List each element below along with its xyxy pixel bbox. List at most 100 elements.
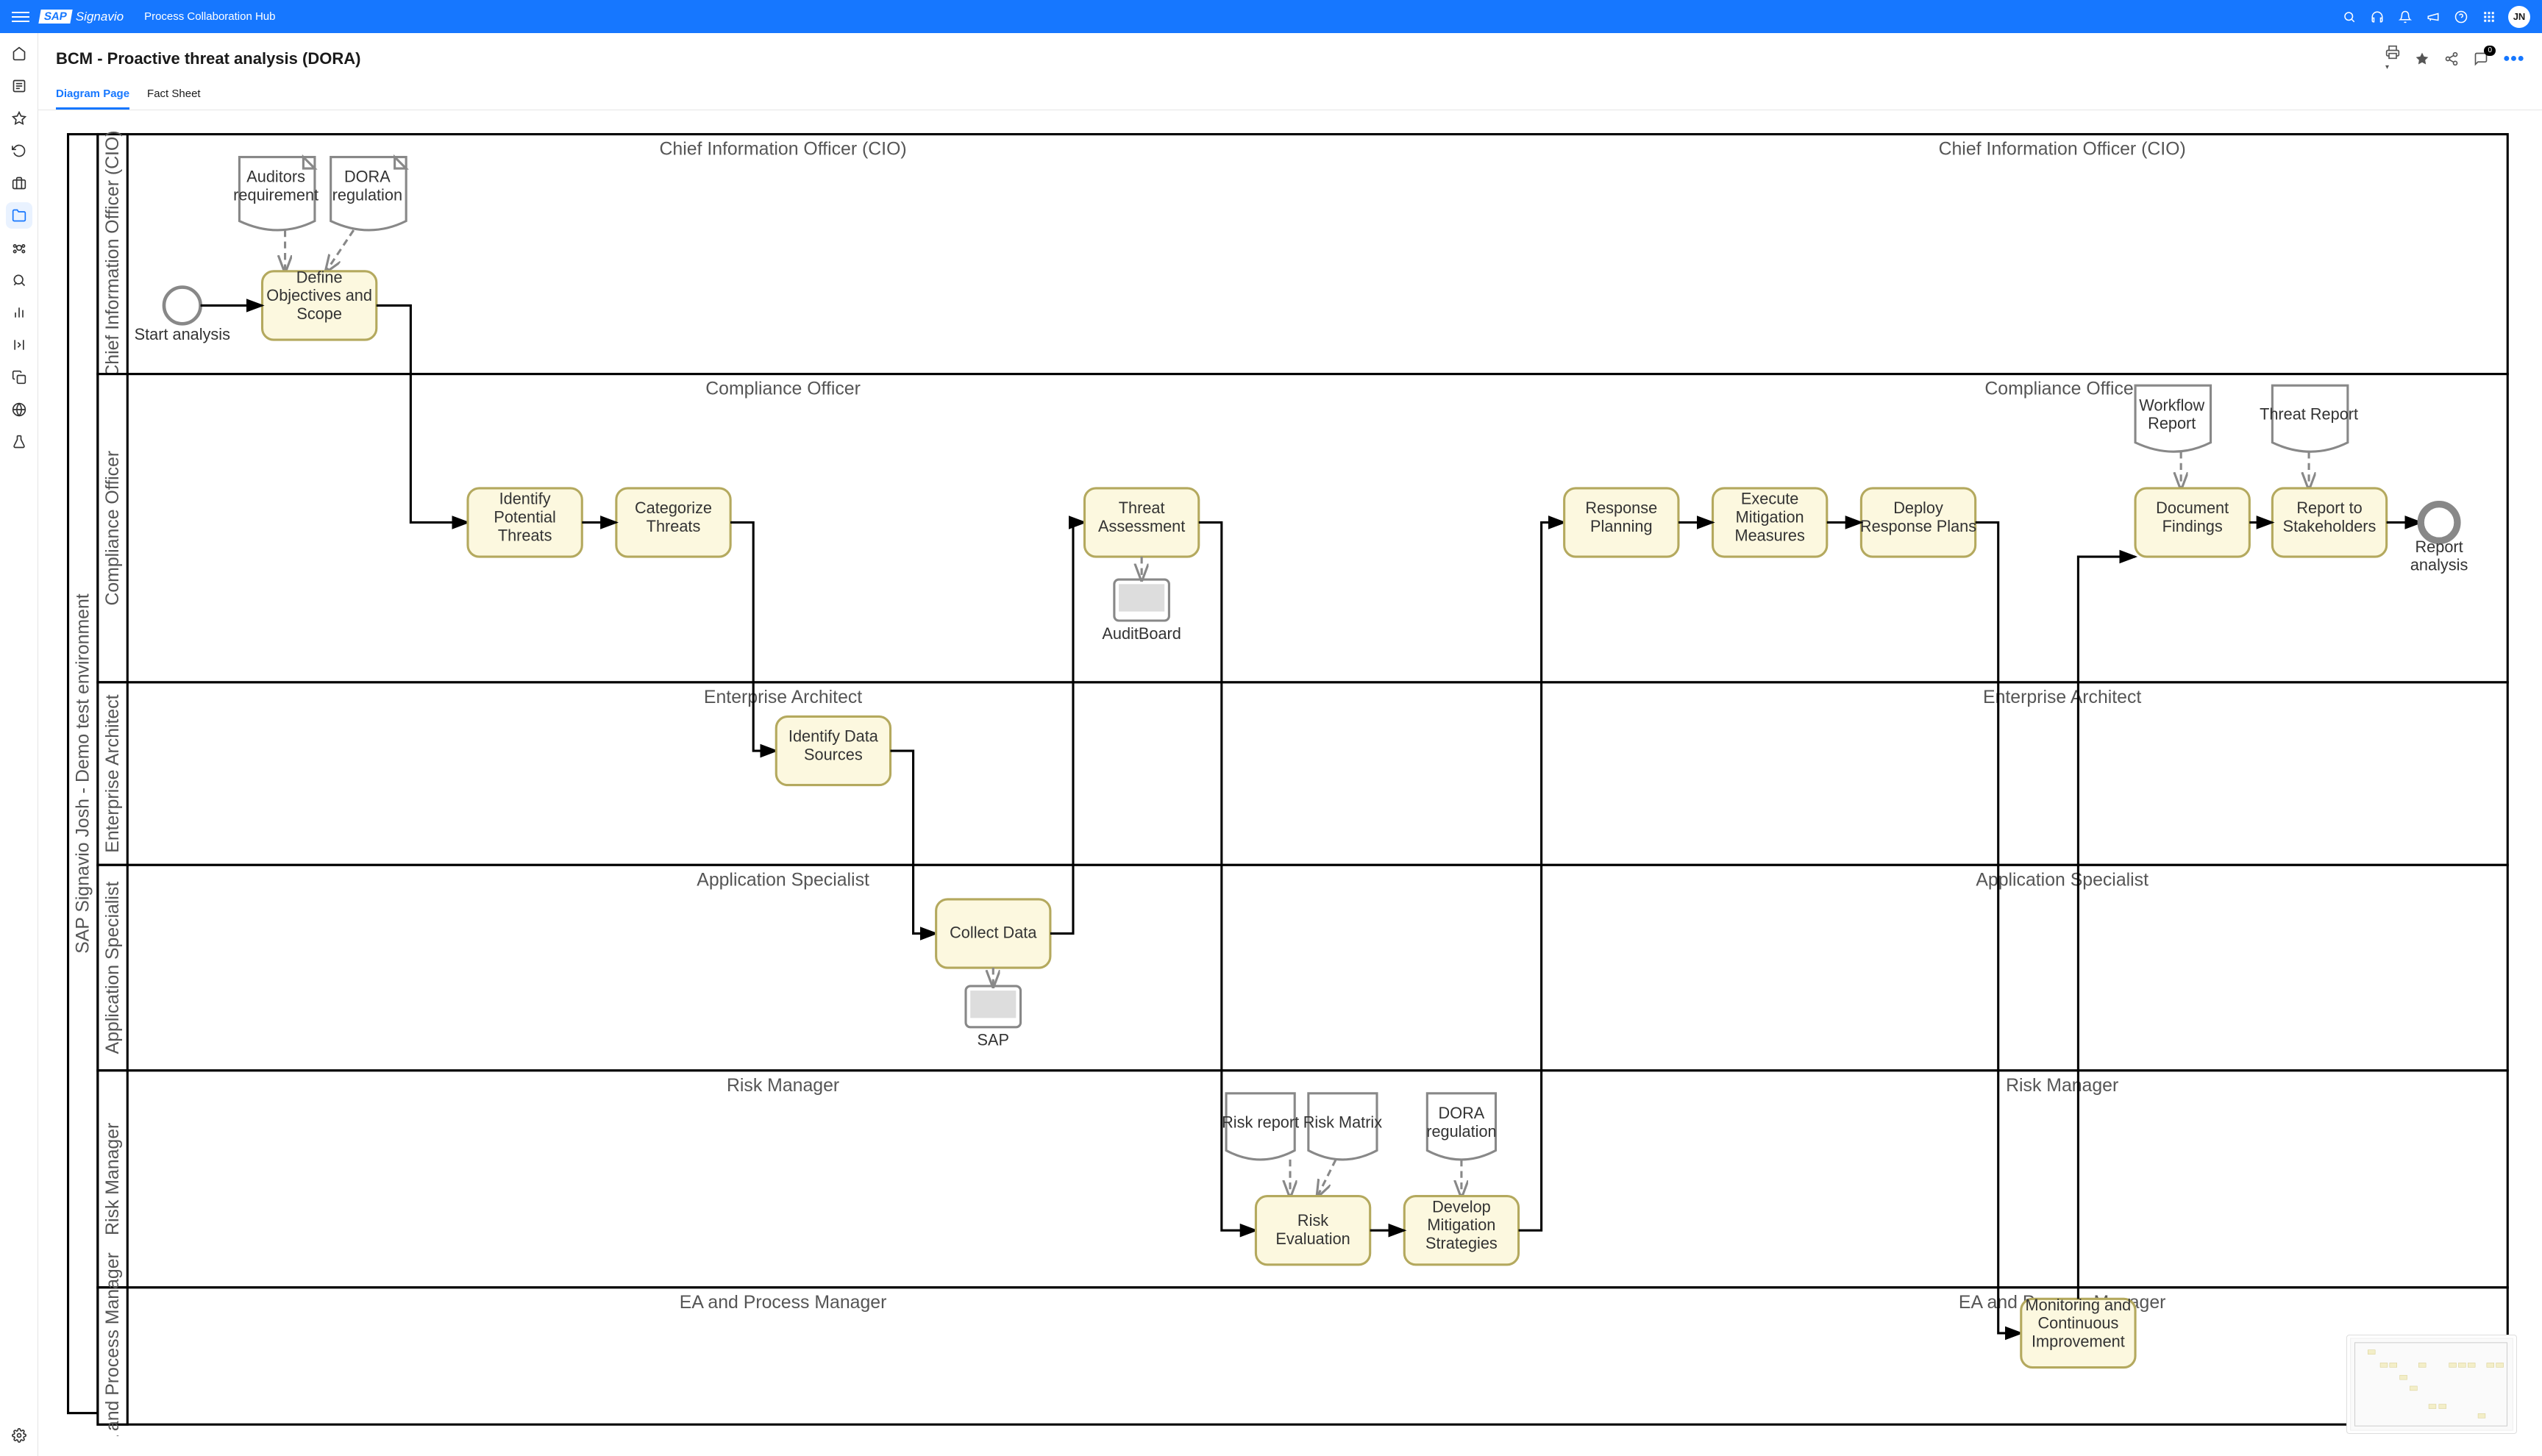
- brand-logo[interactable]: SAP Signavio: [40, 10, 124, 24]
- svg-text:DocumentFindings: DocumentFindings: [2156, 499, 2229, 535]
- lane-label: EA and Process Manager: [103, 1252, 123, 1435]
- svg-text:Monitoring andContinuousImprov: Monitoring andContinuousImprovement: [2026, 1296, 2132, 1351]
- task-threat-assessment[interactable]: ThreatAssessment: [1085, 488, 1199, 557]
- task-categorize-threats[interactable]: CategorizeThreats: [616, 488, 730, 557]
- end-event[interactable]: [2421, 504, 2457, 541]
- minimap[interactable]: [2346, 1335, 2517, 1434]
- svg-text:ResponsePlanning: ResponsePlanning: [1585, 499, 1657, 535]
- page-tabs: Diagram Page Fact Sheet: [38, 73, 2542, 110]
- rail-folder-icon[interactable]: [6, 202, 32, 229]
- share-button[interactable]: [2444, 51, 2459, 66]
- svg-text:Enterprise Architect: Enterprise Architect: [1983, 688, 2141, 707]
- svg-text:Risk report: Risk report: [1222, 1113, 1299, 1131]
- svg-text:IdentifyPotentialThreats: IdentifyPotentialThreats: [494, 490, 556, 545]
- svg-text:WorkflowReport: WorkflowReport: [2139, 396, 2204, 432]
- diagram-canvas[interactable]: SAP Signavio Josh - Demo test environmen…: [56, 122, 2524, 1437]
- signavio-wordmark: Signavio: [76, 10, 124, 24]
- task-identify-threats[interactable]: IdentifyPotentialThreats: [468, 488, 582, 557]
- app-header: SAP Signavio Process Collaboration Hub J…: [0, 0, 2542, 33]
- task-report-stakeholders[interactable]: Report toStakeholders: [2272, 488, 2386, 557]
- lane-label: Enterprise Architect: [103, 694, 123, 852]
- page-title: BCM - Proactive threat analysis (DORA): [56, 49, 360, 68]
- svg-text:Chief Information Officer (CIO: Chief Information Officer (CIO): [659, 139, 906, 159]
- doc-risk-report[interactable]: Risk report: [1222, 1093, 1299, 1160]
- rail-star-icon[interactable]: [6, 105, 32, 132]
- task-execute-mitigation[interactable]: ExecuteMitigationMeasures: [1713, 488, 1827, 557]
- more-button[interactable]: ●●●: [2503, 52, 2524, 65]
- menu-toggle-icon[interactable]: [12, 8, 29, 26]
- svg-text:Chief Information Officer (CIO: Chief Information Officer (CIO): [1939, 139, 2186, 159]
- doc-workflow-report[interactable]: WorkflowReport: [2135, 385, 2210, 452]
- svg-text:Collect Data: Collect Data: [950, 924, 1037, 942]
- rail-news-icon[interactable]: [6, 73, 32, 99]
- rail-copy-icon[interactable]: [6, 364, 32, 390]
- rail-home-icon[interactable]: [6, 40, 32, 67]
- bell-icon[interactable]: [2396, 8, 2414, 26]
- svg-text:Compliance Officer: Compliance Officer: [1984, 379, 2140, 399]
- task-define-scope[interactable]: DefineObjectives andScope: [263, 268, 377, 340]
- task-identify-sources[interactable]: Identify DataSources: [776, 716, 890, 785]
- product-name: Process Collaboration Hub: [144, 10, 275, 23]
- svg-text:AuditBoard: AuditBoard: [1102, 624, 1181, 643]
- rail-search-icon[interactable]: [6, 267, 32, 293]
- search-icon[interactable]: [2340, 8, 2358, 26]
- lane-label: Compliance Officer: [103, 451, 123, 606]
- tab-diagram[interactable]: Diagram Page: [56, 82, 129, 110]
- help-icon[interactable]: [2452, 8, 2470, 26]
- lane-label: Application Specialist: [103, 882, 123, 1054]
- start-event[interactable]: [164, 288, 201, 324]
- page-actions: ▾ 0 ●●●: [2385, 45, 2524, 73]
- support-icon[interactable]: [2368, 8, 2386, 26]
- pool-label: SAP Signavio Josh - Demo test environmen…: [73, 593, 93, 954]
- svg-text:Risk Matrix: Risk Matrix: [1303, 1113, 1383, 1131]
- tab-factsheet[interactable]: Fact Sheet: [147, 82, 201, 110]
- rail-globe-icon[interactable]: [6, 396, 32, 423]
- apps-grid-icon[interactable]: [2480, 8, 2498, 26]
- svg-text:Application Specialist: Application Specialist: [1976, 870, 2148, 890]
- svg-text:Enterprise Architect: Enterprise Architect: [704, 688, 862, 707]
- sap-logo-mark: SAP: [38, 10, 72, 24]
- svg-text:Compliance Officer: Compliance Officer: [705, 379, 861, 399]
- user-avatar[interactable]: JN: [2508, 6, 2530, 28]
- favorite-button[interactable]: [2415, 51, 2429, 66]
- end-event-label: Reportanalysis: [2410, 538, 2468, 574]
- doc-risk-matrix[interactable]: Risk Matrix: [1303, 1093, 1383, 1160]
- left-rail: [0, 33, 38, 1456]
- rail-history-icon[interactable]: [6, 138, 32, 164]
- task-collect-data[interactable]: Collect Data: [936, 899, 1050, 968]
- print-button[interactable]: ▾: [2385, 45, 2400, 73]
- doc-auditors-requirement[interactable]: Auditorsrequirement: [233, 157, 318, 230]
- comments-button[interactable]: 0: [2474, 51, 2488, 66]
- start-event-label: Start analysis: [135, 325, 231, 343]
- rail-community-icon[interactable]: [6, 235, 32, 261]
- task-document-findings[interactable]: DocumentFindings: [2135, 488, 2249, 557]
- rail-briefcase-icon[interactable]: [6, 170, 32, 196]
- doc-threat-report[interactable]: Threat Report: [2260, 385, 2358, 452]
- svg-text:Risk Manager: Risk Manager: [2006, 1076, 2118, 1096]
- svg-text:DevelopMitigationStrategies: DevelopMitigationStrategies: [1425, 1197, 1498, 1252]
- svg-text:ExecuteMitigationMeasures: ExecuteMitigationMeasures: [1734, 490, 1804, 545]
- svg-text:Application Specialist: Application Specialist: [697, 870, 869, 890]
- doc-dora-regulation-2[interactable]: DORAregulation: [1426, 1093, 1496, 1160]
- comment-count-badge: 0: [2484, 46, 2496, 56]
- svg-text:Report toStakeholders: Report toStakeholders: [2283, 499, 2377, 535]
- rail-lab-icon[interactable]: [6, 429, 32, 455]
- task-deploy-plans[interactable]: DeployResponse Plans: [1860, 488, 1976, 557]
- rail-analytics-icon[interactable]: [6, 299, 32, 326]
- main-content: BCM - Proactive threat analysis (DORA) ▾…: [38, 33, 2542, 1456]
- task-develop-mitigation[interactable]: DevelopMitigationStrategies: [1404, 1196, 1518, 1265]
- doc-dora-regulation[interactable]: DORAregulation: [331, 157, 406, 230]
- system-auditboard[interactable]: AuditBoard: [1102, 579, 1181, 643]
- rail-export-icon[interactable]: [6, 332, 32, 358]
- svg-text:CategorizeThreats: CategorizeThreats: [635, 499, 712, 535]
- rail-settings-icon[interactable]: [6, 1422, 32, 1449]
- svg-text:SAP: SAP: [978, 1031, 1009, 1049]
- task-risk-evaluation[interactable]: RiskEvaluation: [1256, 1196, 1370, 1265]
- task-response-planning[interactable]: ResponsePlanning: [1564, 488, 1678, 557]
- svg-text:Risk Manager: Risk Manager: [727, 1076, 839, 1096]
- task-monitoring[interactable]: Monitoring andContinuousImprovement: [2021, 1296, 2135, 1368]
- lane-label: Chief Information Officer (CIO): [103, 130, 123, 377]
- svg-text:EA and Process Manager: EA and Process Manager: [680, 1293, 887, 1313]
- lane-label: Risk Manager: [103, 1123, 123, 1235]
- announce-icon[interactable]: [2424, 8, 2442, 26]
